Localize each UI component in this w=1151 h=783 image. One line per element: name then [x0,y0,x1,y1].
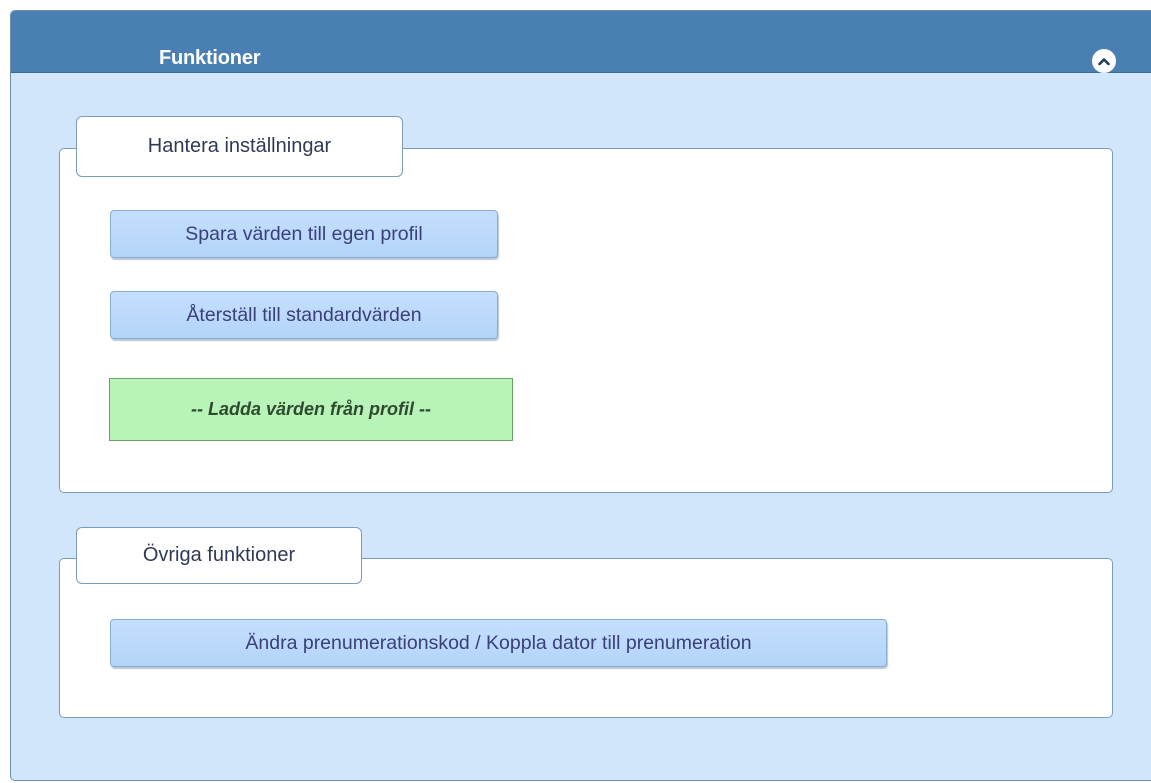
other-functions-legend: Övriga funktioner [76,527,362,584]
change-subscription-button[interactable]: Ändra prenumerationskod / Koppla dator t… [110,619,887,667]
save-profile-button[interactable]: Spara värden till egen profil [110,210,498,258]
panel-header: Funktioner [11,11,1151,73]
functions-panel: Funktioner Hantera inställningar Spara v… [10,10,1151,781]
reset-defaults-button[interactable]: Återställ till standardvärden [110,291,498,339]
panel-title: Funktioner [159,47,261,69]
load-profile-select[interactable]: -- Ladda värden från profil -- [109,378,513,441]
manage-settings-legend: Hantera inställningar [76,116,403,177]
collapse-button[interactable] [1092,49,1116,73]
chevron-up-icon [1098,57,1110,66]
